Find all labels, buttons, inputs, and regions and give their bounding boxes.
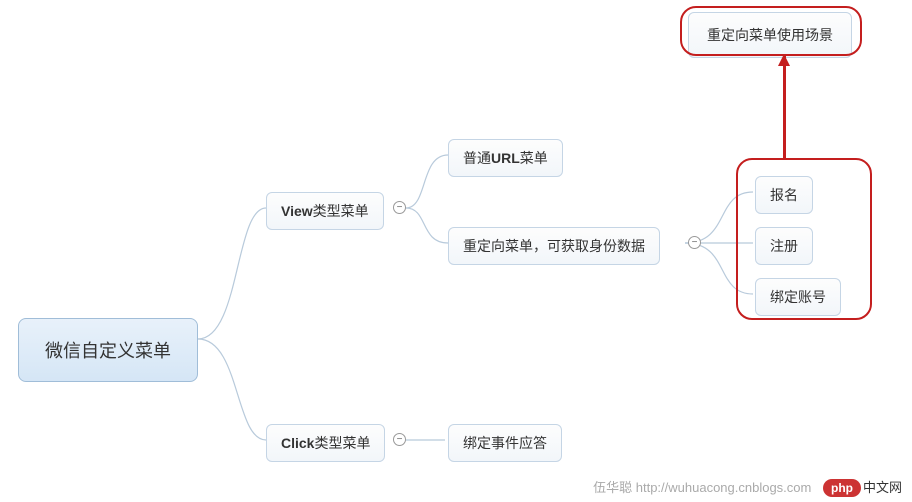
node-redirect-menu[interactable]: 重定向菜单，可获取身份数据: [448, 227, 660, 265]
php-badge: php: [823, 479, 861, 497]
collapse-toggle-view[interactable]: −: [393, 201, 406, 214]
arrow-shaft: [783, 56, 786, 158]
watermark: 伍华聪 http://wuhuacong.cnblogs.com php中文网: [593, 477, 902, 496]
node-event-response[interactable]: 绑定事件应答: [448, 424, 562, 462]
arrow-head-icon: [778, 54, 790, 66]
watermark-author: 伍华聪 http://wuhuacong.cnblogs.com: [593, 480, 811, 495]
highlight-callout: [680, 6, 862, 56]
root-node[interactable]: 微信自定义菜单: [18, 318, 198, 382]
highlight-group: [736, 158, 872, 320]
node-url-menu[interactable]: 普通URL菜单: [448, 139, 563, 177]
collapse-toggle-click[interactable]: −: [393, 433, 406, 446]
site-name: 中文网: [863, 480, 902, 495]
node-view-type[interactable]: View类型菜单: [266, 192, 384, 230]
node-click-type[interactable]: Click类型菜单: [266, 424, 385, 462]
collapse-toggle-redirect[interactable]: −: [688, 236, 701, 249]
